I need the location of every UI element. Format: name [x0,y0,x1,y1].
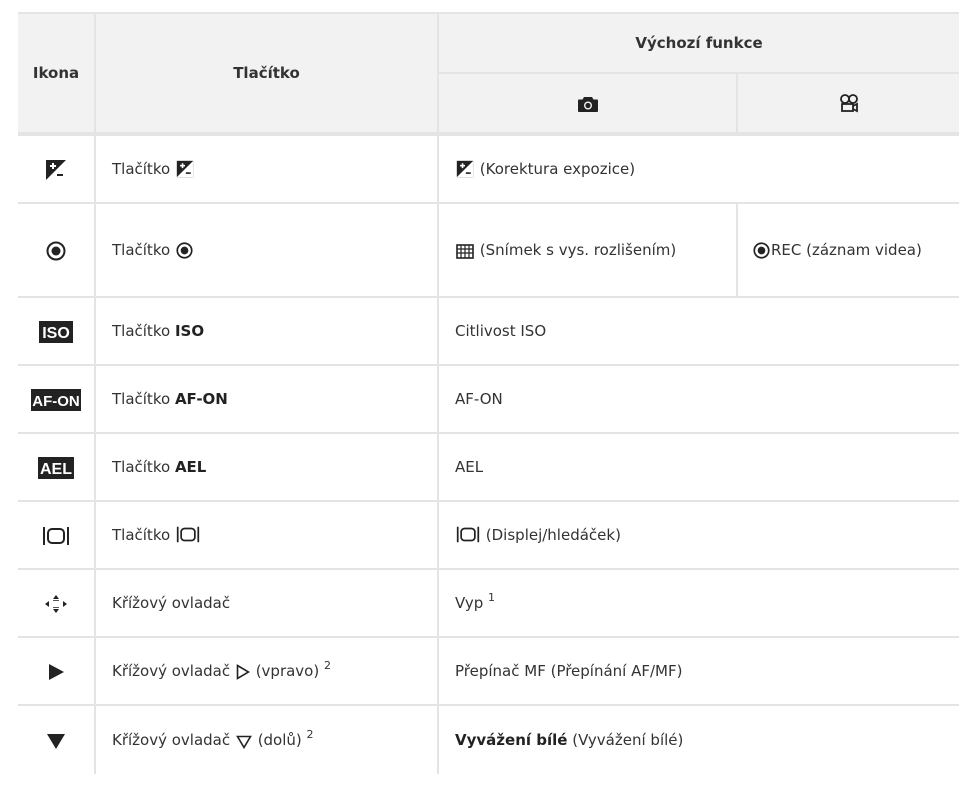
outline-triangle-down-icon [236,735,252,749]
header-movie [736,72,959,136]
button-cell: Křížový ovladač (dolů) 2 [94,704,439,774]
record-icon [176,242,193,259]
exposure-compensation-icon [176,160,194,178]
default-cell: (Displej/hledáček) [437,500,959,570]
exposure-compensation-icon [456,160,474,178]
button-cell: Tlačítko [94,500,439,570]
svg-text:AEL: AEL [40,461,72,478]
exposure-compensation-icon [46,159,66,180]
button-cell: Tlačítko [94,202,439,298]
header-default-function: Výchozí funkce [437,12,959,74]
default-cell: Přepínač MF (Přepínání AF/MF) [437,636,959,706]
default-cell: (Korektura expozice) [437,133,959,204]
arrow-pad-icon [45,594,67,613]
camera-icon [577,96,598,112]
default-cell: AF-ON [437,364,959,434]
header-icon: Ikona [18,12,96,136]
arrow-down-icon [47,733,65,749]
movie-cell: REC (záznam videa) [736,202,959,298]
arrow-right-icon [49,663,64,680]
button-cell: Křížový ovladač (vpravo) 2 [94,636,439,706]
table-row: AF-ON Tlačítko AF-ON AF-ON [18,364,959,434]
record-icon [46,241,66,260]
table-row: Křížový ovladač (dolů) 2 Vyvážení bílé (… [18,704,959,774]
row-icon-cell [18,704,96,774]
row-icon-cell [18,636,96,706]
high-res-shot-icon [456,244,474,259]
button-cell: Tlačítko ISO [94,296,439,366]
table-row: Křížový ovladač (vpravo) 2 Přepínač MF (… [18,636,959,706]
movie-camera-icon [839,94,858,113]
iso-icon: ISO [39,320,73,343]
row-icon-cell [18,500,96,570]
row-icon-cell: AF-ON [18,364,96,434]
outline-triangle-right-icon [236,664,250,680]
row-icon-cell [18,568,96,638]
display-toggle-icon [456,526,480,543]
table-row: Tlačítko (Displej/hledáček) [18,500,959,570]
default-cell: AEL [437,432,959,502]
display-toggle-icon [176,526,200,543]
default-cell: Vyvážení bílé (Vyvážení bílé) [437,704,959,774]
row-icon-cell [18,133,96,204]
button-cell: Tlačítko [94,133,439,204]
default-cell: Vyp 1 [437,568,959,638]
table-row: Tlačítko (Korektura expozice) [18,133,959,204]
svg-text:AF-ON: AF-ON [32,393,80,410]
header-button: Tlačítko [94,12,439,136]
row-icon-cell [18,202,96,298]
button-cell: Křížový ovladač [94,568,439,638]
table-row: Křížový ovladač Vyp 1 [18,568,959,638]
default-cell: Citlivost ISO [437,296,959,366]
button-cell: Tlačítko AF-ON [94,364,439,434]
af-on-icon: AF-ON [31,388,81,411]
button-cell: Tlačítko AEL [94,432,439,502]
table-row: Tlačítko (Snímek s vys. rozlišením) REC … [18,202,959,298]
record-icon [753,242,770,259]
row-icon-cell: AEL [18,432,96,502]
table-row: AEL Tlačítko AEL AEL [18,432,959,502]
svg-text:ISO: ISO [42,325,70,342]
photo-cell: (Snímek s vys. rozlišením) [437,202,738,298]
display-toggle-icon [43,526,69,545]
page: Ikona Tlačítko Výchozí funkce Tlačítko (… [0,0,970,789]
table-row: ISO Tlačítko ISO Citlivost ISO [18,296,959,366]
header-photo [438,72,738,136]
row-icon-cell: ISO [18,296,96,366]
button-function-table: Ikona Tlačítko Výchozí funkce Tlačítko (… [18,12,959,774]
ael-icon: AEL [38,456,74,479]
